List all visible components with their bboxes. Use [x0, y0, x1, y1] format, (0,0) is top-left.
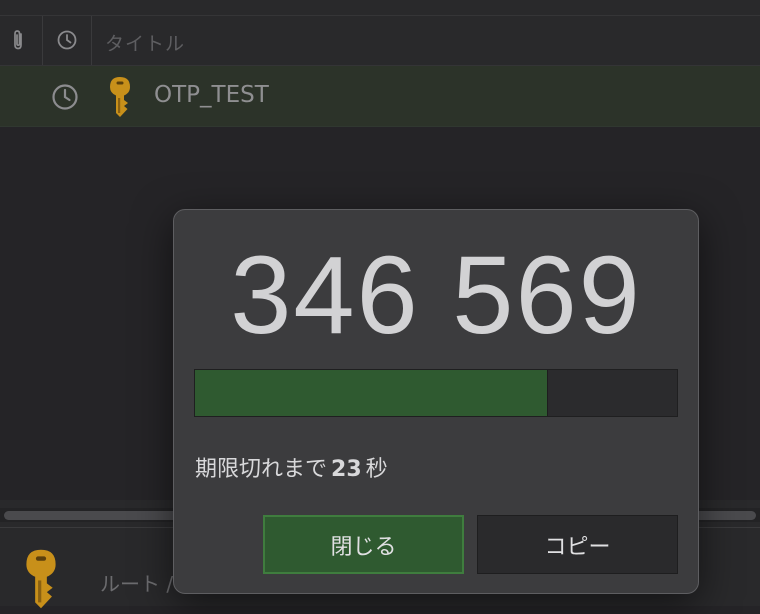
otp-progress-bar — [194, 369, 678, 417]
paperclip-icon[interactable] — [6, 28, 30, 52]
column-separator — [91, 16, 92, 65]
column-header-title[interactable]: タイトル — [105, 29, 185, 56]
entry-title: OTP_TEST — [154, 82, 269, 108]
expiry-text: 期限切れまで 23 秒 — [195, 451, 388, 483]
key-icon — [107, 76, 133, 118]
expiry-prefix: 期限切れまで — [195, 457, 328, 482]
copy-button[interactable]: コピー — [477, 515, 678, 574]
window-top-strip — [0, 0, 760, 16]
expiry-unit: 秒 — [365, 457, 388, 482]
otp-progress-fill — [195, 370, 548, 416]
expiry-seconds: 23 — [331, 457, 362, 482]
column-separator — [42, 16, 43, 65]
otp-code: 346 569 — [230, 234, 642, 357]
entry-row[interactable]: OTP_TEST — [0, 66, 760, 127]
clock-icon[interactable] — [55, 28, 79, 52]
otp-dialog: 346 569 期限切れまで 23 秒 閉じる コピー — [173, 209, 699, 594]
clock-icon — [50, 82, 80, 112]
group-path-label: ルート / — [100, 572, 174, 596]
close-button[interactable]: 閉じる — [263, 515, 464, 574]
list-header-row: タイトル — [0, 16, 760, 66]
key-icon — [22, 548, 60, 610]
